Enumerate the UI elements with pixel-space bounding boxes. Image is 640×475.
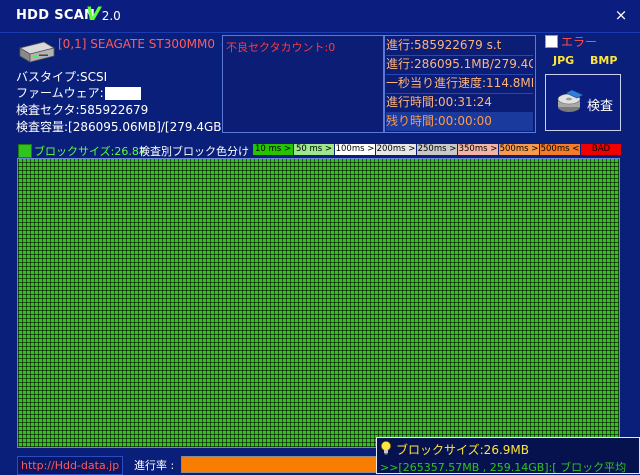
block-scan-grid	[17, 158, 620, 448]
speed-legend-item: 500ms >	[499, 144, 539, 155]
scan-button-label: 検査	[587, 99, 614, 114]
speed-legend-item: BAD	[581, 144, 621, 155]
save-bmp-button[interactable]: BMP	[590, 54, 617, 67]
speed-legend-item: 50 ms >	[294, 144, 334, 155]
close-icon: ×	[614, 6, 628, 24]
elapsed-time: 進行時間:00:31:24	[386, 93, 533, 113]
speed-legend-item: 350ms >	[458, 144, 498, 155]
hard-drive-icon	[18, 41, 56, 63]
progress-label: 進行率 :	[134, 459, 175, 472]
speed-legend-item: 10 ms >	[253, 144, 293, 155]
version-letter: V	[86, 3, 101, 25]
color-legend-label: 検査別ブロック色分け :	[139, 145, 257, 158]
tooltip-detail: >>[265357.57MB , 259.14GB]:[ ブロック平均	[380, 461, 627, 474]
website-link[interactable]: http://Hdd-data.jp	[17, 456, 124, 475]
scan-speed: 一秒当り進行速度:114.8MB	[386, 74, 533, 94]
bad-sector-count: 不良セクタカウント:0	[226, 41, 336, 54]
app-version: V2.0	[86, 3, 121, 25]
progress-bar-fill	[182, 457, 377, 472]
speed-legend-item: 200ms >	[376, 144, 416, 155]
scan-sectors: 検査セクタ:585922679	[16, 103, 149, 117]
tooltip-title: ブロックサイズ:26.9MB	[396, 443, 529, 457]
error-label: エラー	[561, 35, 598, 49]
remaining-time: 残り時間:00:00:00	[386, 112, 533, 131]
bus-type: バスタイプ:SCSI	[16, 70, 108, 84]
progress-sectors: 進行:585922679 s.t	[386, 36, 533, 56]
scan-capacity: 検査容量:[286095.06MB]/[279.4GB]	[16, 120, 227, 134]
disk-scan-icon	[557, 89, 584, 112]
version-number: 2.0	[101, 9, 121, 23]
block-color-swatch	[18, 144, 32, 158]
firmware-label: ファームウェア:	[16, 86, 104, 100]
speed-legend-item: 250ms >	[417, 144, 457, 155]
firmware-value	[104, 87, 141, 100]
close-button[interactable]: ×	[612, 6, 630, 24]
speed-legend-item: 500ms <	[540, 144, 580, 155]
save-jpg-button[interactable]: JPG	[553, 54, 574, 67]
error-checkbox[interactable]	[545, 35, 558, 48]
lightbulb-icon	[381, 441, 391, 455]
drive-name: [0,1] SEAGATE ST300MM0	[58, 37, 215, 51]
progress-size: 進行:286095.1MB/279.4GB	[386, 55, 533, 75]
block-size-label: ブロックサイズ:26.87	[34, 145, 146, 158]
app-title: HDD SCAN	[16, 8, 96, 23]
speed-legend-item: 100ms >	[335, 144, 375, 155]
firmware-row: ファームウェア:	[16, 84, 141, 101]
